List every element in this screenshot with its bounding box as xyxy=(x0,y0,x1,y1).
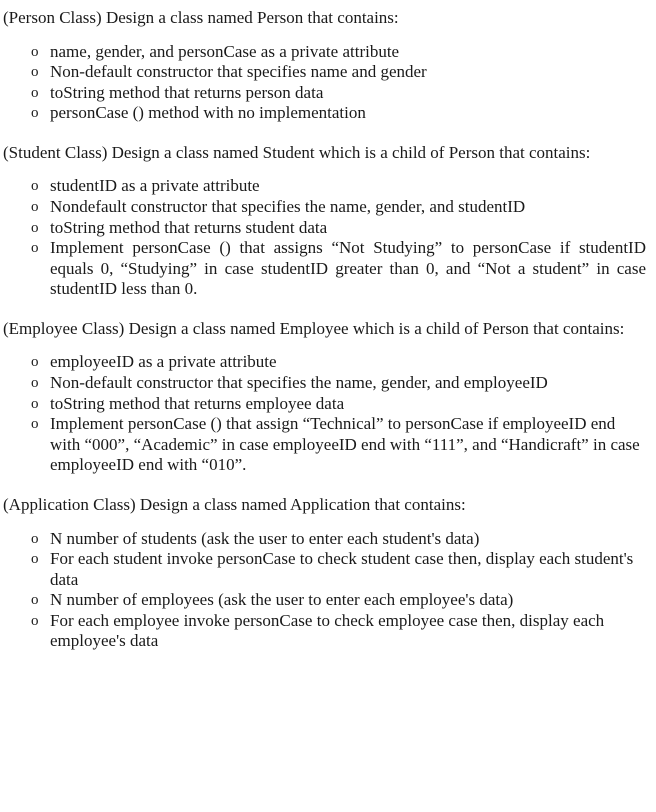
list-item: o studentID as a private attribute xyxy=(0,176,656,197)
list-item: o name, gender, and personCase as a priva… xyxy=(0,42,656,63)
list-item-text: studentID as a private attribute xyxy=(50,176,260,196)
bullet-marker-icon: o xyxy=(31,375,39,392)
list-item-text: For each employee invoke personCase to c… xyxy=(50,610,605,651)
bullet-marker-icon: o xyxy=(31,64,39,81)
document-page: (Person Class) Design a class named Pers… xyxy=(0,0,656,812)
bullet-list-person: o name, gender, and personCase as a priva… xyxy=(0,42,656,124)
bullet-marker-icon: o xyxy=(31,592,39,609)
bullet-list-employee: o employeeID as a private attribute o Non-… xyxy=(0,352,656,476)
section-heading-student: (Student Class) Design a class named Stu… xyxy=(3,142,591,162)
list-item-text: Non-default constructor that specifies t… xyxy=(50,373,548,393)
bullet-marker-icon: o xyxy=(31,178,39,195)
top-spacer xyxy=(0,0,656,7)
bullet-list-application: o N number of students (ask the user to e… xyxy=(0,529,656,653)
list-item-text: employeeID as a private attribute xyxy=(50,352,277,372)
list-item: o N number of employees (ask the user to … xyxy=(0,590,656,611)
bullet-marker-icon: o xyxy=(31,43,39,60)
bullet-list-student: o studentID as a private attribute o Nonde… xyxy=(0,176,656,300)
list-item-text: N number of students (ask the user to en… xyxy=(50,528,480,548)
list-item: o N number of students (ask the user to e… xyxy=(0,529,656,550)
list-item: o toString method that returns employee d… xyxy=(0,394,656,415)
bullet-marker-icon: o xyxy=(31,219,39,236)
section-application-class: (Application Class) Design a class named… xyxy=(0,494,656,652)
bullet-marker-icon: o xyxy=(31,354,39,371)
bullet-marker-icon: o xyxy=(31,612,39,629)
list-item: o Non-default constructor that specifies … xyxy=(0,373,656,394)
bullet-marker-icon: o xyxy=(31,530,39,547)
list-item: o toString method that returns student da… xyxy=(0,218,656,239)
bullet-marker-icon: o xyxy=(31,84,39,101)
bullet-marker-icon: o xyxy=(31,105,39,122)
bullet-marker-icon: o xyxy=(31,551,39,568)
list-item: o Implement personCase () that assign “Te… xyxy=(0,414,656,476)
list-item: o Implement personCase () that assigns “N… xyxy=(0,238,656,300)
bullet-marker-icon: o xyxy=(31,416,39,433)
list-item-text: toString method that returns employee da… xyxy=(50,393,345,413)
list-item: o Non-default constructor that specifies … xyxy=(0,62,656,83)
list-item: o Nondefault constructor that specifies t… xyxy=(0,197,656,218)
list-item-text: toString method that returns person data xyxy=(50,82,324,102)
list-item: o toString method that returns person dat… xyxy=(0,83,656,104)
list-item: o employeeID as a private attribute xyxy=(0,352,656,373)
bullet-marker-icon: o xyxy=(31,198,39,215)
bullet-marker-icon: o xyxy=(31,240,39,257)
list-item: o For each student invoke personCase to c… xyxy=(0,549,656,590)
list-item: o personCase () method with no implementa… xyxy=(0,103,656,124)
list-item-text: personCase () method with no implementat… xyxy=(50,103,366,123)
list-item: o For each employee invoke personCase to … xyxy=(0,611,656,652)
list-item-text: N number of employees (ask the user to e… xyxy=(50,590,514,610)
section-heading-application: (Application Class) Design a class named… xyxy=(3,495,466,514)
list-item-text: Implement personCase () that assign “Tec… xyxy=(50,414,640,475)
list-item-text: Non-default constructor that specifies n… xyxy=(50,62,427,82)
bullet-marker-icon: o xyxy=(31,395,39,412)
section-heading-person: (Person Class) Design a class named Pers… xyxy=(3,8,399,27)
section-employee-class: (Employee Class) Design a class named Em… xyxy=(0,318,656,476)
section-student-class: (Student Class) Design a class named Stu… xyxy=(0,142,656,300)
list-item-text: Nondefault constructor that specifies th… xyxy=(50,196,526,216)
section-heading-employee: (Employee Class) Design a class named Em… xyxy=(3,318,625,338)
list-item-text: toString method that returns student dat… xyxy=(50,217,328,237)
section-person-class: (Person Class) Design a class named Pers… xyxy=(0,7,656,124)
list-item-text: Implement personCase () that assigns “No… xyxy=(50,238,646,299)
list-item-text: For each student invoke personCase to ch… xyxy=(50,549,634,589)
list-item-text: name, gender, and personCase as a privat… xyxy=(50,41,400,61)
